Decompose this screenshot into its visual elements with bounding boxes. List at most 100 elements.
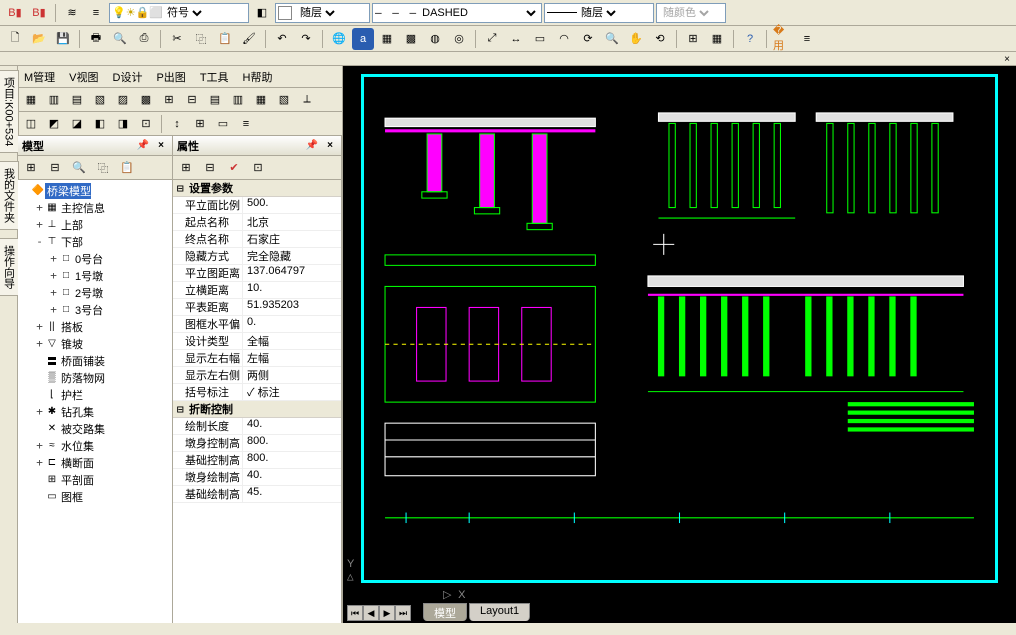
pt2-g[interactable]: ↕ [166, 113, 188, 135]
prop-t2[interactable]: ⊟ [199, 157, 221, 179]
pt1-d[interactable]: ▧ [89, 89, 111, 111]
tool-a-icon[interactable]: ▦ [376, 28, 398, 50]
dim-c-icon[interactable]: ▭ [529, 28, 551, 50]
tree-node[interactable]: ⌊护栏 [20, 386, 170, 403]
prop-check-icon[interactable]: ✔ [223, 157, 245, 179]
pt2-h[interactable]: ⊞ [189, 113, 211, 135]
tree-node[interactable]: +□0号台 [20, 250, 170, 267]
menu-design[interactable]: D设计 [113, 69, 143, 85]
tab-model[interactable]: 模型 [423, 603, 467, 621]
tree-node[interactable]: +✱钻孔集 [20, 403, 170, 420]
prop-row[interactable]: 平立图距离137.064797 [173, 265, 341, 282]
property-grid[interactable]: ⊟设置参数平立面比例500.起点名称北京终点名称石家庄隐藏方式完全隐藏平立图距离… [173, 180, 341, 623]
menu-view[interactable]: V视图 [69, 69, 98, 85]
prop-row[interactable]: 平表距离51.935203 [173, 299, 341, 316]
pin-icon[interactable]: 📌 [136, 139, 150, 153]
prop-t1[interactable]: ⊞ [175, 157, 197, 179]
menu-manage[interactable]: M管理 [24, 69, 55, 85]
snap-icon[interactable]: ▦ [706, 28, 728, 50]
tree-node[interactable]: +||搭板 [20, 318, 170, 335]
dim-e-icon[interactable]: ⟳ [577, 28, 599, 50]
pin-icon-2[interactable]: 📌 [305, 139, 319, 153]
a-icon[interactable]: a [352, 28, 374, 50]
pt2-c[interactable]: ◪ [66, 113, 88, 135]
globe-icon[interactable]: 🌐 [328, 28, 350, 50]
tree-node[interactable]: +□2号墩 [20, 284, 170, 301]
tree-node[interactable]: ▒防落物网 [20, 369, 170, 386]
prop-group-header[interactable]: ⊟设置参数 [173, 180, 341, 197]
tree-node[interactable]: +▽锥坡 [20, 335, 170, 352]
tree-t3[interactable]: 🔍 [68, 157, 90, 179]
prop-row[interactable]: 基础绘制高45. [173, 486, 341, 503]
prop-row[interactable]: 括号标注✓ 标注 [173, 384, 341, 401]
pt1-f[interactable]: ▩ [135, 89, 157, 111]
app-icon-2[interactable]: B▮ [28, 2, 50, 24]
tree-node[interactable]: +▦主控信息 [20, 199, 170, 216]
tree-t2[interactable]: ⊟ [44, 157, 66, 179]
prop-row[interactable]: 显示左右幅左幅 [173, 350, 341, 367]
pt2-f[interactable]: ⊡ [135, 113, 157, 135]
prop-row[interactable]: 基础控制高800. [173, 452, 341, 469]
side-tab-wizard[interactable]: 操作向导 [0, 238, 19, 296]
open-icon[interactable]: 📂 [28, 28, 50, 50]
pt2-b[interactable]: ◩ [43, 113, 65, 135]
pt1-j[interactable]: ▥ [227, 89, 249, 111]
prop-row[interactable]: 设计类型全幅 [173, 333, 341, 350]
side-tab-files[interactable]: 我的文件夹 [0, 161, 19, 230]
lineweight-combo[interactable]: 随层 [544, 3, 654, 23]
layers-icon[interactable]: ≋ [61, 2, 83, 24]
drawing-canvas[interactable]: Y△ ▷ X ⏮ ◀ ▶ ⏭ 模型 Layout1 [343, 66, 1016, 623]
prev-tab-icon[interactable]: ◀ [363, 605, 379, 621]
pt2-j[interactable]: ≡ [235, 113, 257, 135]
copy-icon[interactable]: ⿻ [190, 28, 212, 50]
linetype-combo[interactable]: — — — DASHED [372, 3, 542, 23]
tree-node[interactable]: +⊥上部 [20, 216, 170, 233]
pan-icon[interactable]: ✋ [625, 28, 647, 50]
preview-icon[interactable]: 🔍 [109, 28, 131, 50]
close-icon[interactable]: × [1000, 52, 1014, 66]
close-tree-icon[interactable]: × [154, 139, 168, 153]
orbit-icon[interactable]: ⟲ [649, 28, 671, 50]
dim-d-icon[interactable]: ◠ [553, 28, 575, 50]
list-icon[interactable]: ≡ [796, 28, 818, 50]
tree-t1[interactable]: ⊞ [20, 157, 42, 179]
tree-node[interactable]: ✕被交路集 [20, 420, 170, 437]
prop-row[interactable]: 墩身控制高800. [173, 435, 341, 452]
menu-help[interactable]: H帮助 [243, 69, 273, 85]
tree-node[interactable]: +□3号台 [20, 301, 170, 318]
prop-row[interactable]: 终点名称石家庄 [173, 231, 341, 248]
tree-t4[interactable]: ⿻ [92, 157, 114, 179]
save-icon[interactable]: 💾 [52, 28, 74, 50]
color-combo[interactable]: 随颜色 [656, 3, 726, 23]
first-tab-icon[interactable]: ⏮ [347, 605, 363, 621]
tree-node[interactable]: +⊏横断面 [20, 454, 170, 471]
pt1-b[interactable]: ▥ [43, 89, 65, 111]
pt1-h[interactable]: ⊟ [181, 89, 203, 111]
prop-t4[interactable]: ⊡ [247, 157, 269, 179]
grid-icon[interactable]: ⊞ [682, 28, 704, 50]
zoom-icon[interactable]: 🔍 [601, 28, 623, 50]
undo-icon[interactable]: ↶ [271, 28, 293, 50]
prop-row[interactable]: 绘制长度40. [173, 418, 341, 435]
pt1-k[interactable]: ▦ [250, 89, 272, 111]
pt2-e[interactable]: ◨ [112, 113, 134, 135]
pt1-g[interactable]: ⊞ [158, 89, 180, 111]
redo-icon[interactable]: ↷ [295, 28, 317, 50]
pt1-e[interactable]: ▨ [112, 89, 134, 111]
pt1-c[interactable]: ▤ [66, 89, 88, 111]
symbol-combo[interactable]: 💡☀🔒⬜ 符号 [109, 3, 249, 23]
match-icon[interactable]: 🖌 [238, 28, 260, 50]
pt2-a[interactable]: ◫ [20, 113, 42, 135]
prop-group-header[interactable]: ⊟折断控制 [173, 401, 341, 418]
tree-node[interactable]: ⊞平剖面 [20, 471, 170, 488]
layer-mgr-icon[interactable]: ≡ [85, 2, 107, 24]
prop-row[interactable]: 起点名称北京 [173, 214, 341, 231]
tool-b-icon[interactable]: ▩ [400, 28, 422, 50]
menu-tools[interactable]: T工具 [200, 69, 229, 85]
prop-row[interactable]: 平立面比例500. [173, 197, 341, 214]
prop-row[interactable]: 墩身绘制高40. [173, 469, 341, 486]
pt1-l[interactable]: ▧ [273, 89, 295, 111]
model-tree[interactable]: 🔶桥梁模型+▦主控信息+⊥上部-⊤下部+□0号台+□1号墩+□2号墩+□3号台+… [18, 180, 172, 623]
prop-row[interactable]: 立横距离10. [173, 282, 341, 299]
new-icon[interactable]: 🗋 [4, 28, 26, 50]
